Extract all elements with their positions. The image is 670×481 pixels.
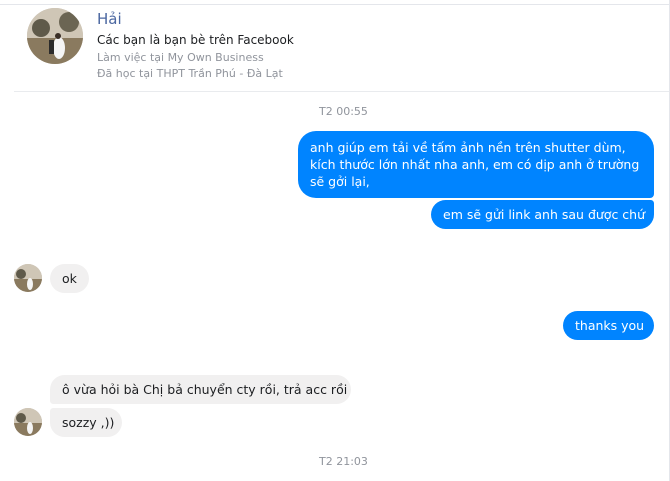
timestamp: T2 00:55 bbox=[319, 105, 368, 118]
contact-photo-icon bbox=[14, 264, 42, 292]
work-info: Làm việc tại My Own Business bbox=[97, 51, 264, 64]
incoming-message[interactable]: ok bbox=[50, 264, 89, 293]
outgoing-message[interactable]: em sẽ gửi link anh sau được chứ bbox=[431, 200, 654, 229]
contact-photo-icon bbox=[14, 408, 42, 436]
education-info: Đã học tại THPT Trần Phú - Đà Lạt bbox=[97, 67, 283, 80]
header-divider bbox=[14, 91, 670, 92]
profile-photo-icon bbox=[27, 8, 83, 64]
timestamp: T2 21:03 bbox=[319, 455, 368, 468]
contact-name[interactable]: Hải bbox=[97, 10, 122, 28]
incoming-message[interactable]: sozzy ,)) bbox=[50, 408, 122, 437]
friend-status: Các bạn là bạn bè trên Facebook bbox=[97, 33, 294, 47]
profile-avatar[interactable] bbox=[27, 8, 83, 64]
contact-avatar[interactable] bbox=[14, 408, 42, 436]
outgoing-message[interactable]: thanks you bbox=[563, 311, 654, 340]
top-divider bbox=[0, 4, 670, 5]
outgoing-message[interactable]: anh giúp em tải về tấm ảnh nền trên shut… bbox=[298, 131, 654, 198]
contact-avatar[interactable] bbox=[14, 264, 42, 292]
incoming-message[interactable]: ô vừa hỏi bà Chị bả chuyển cty rồi, trả … bbox=[50, 375, 351, 404]
